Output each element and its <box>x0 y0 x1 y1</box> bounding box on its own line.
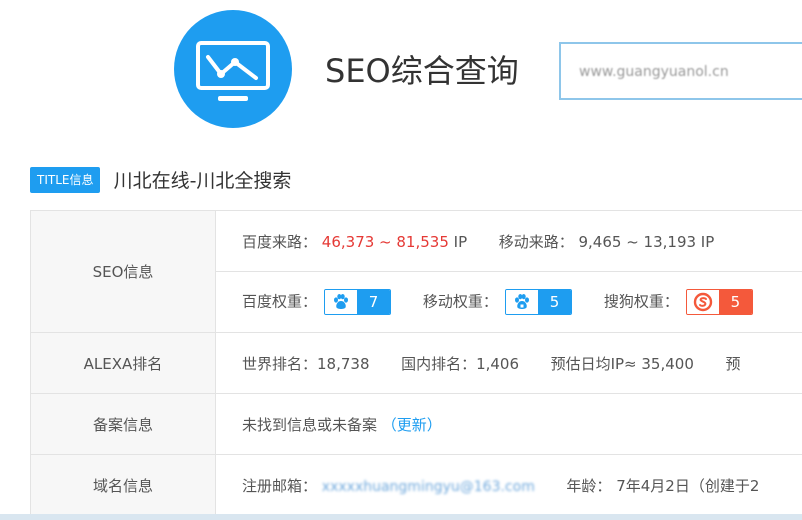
table-row-seo-traffic: SEO信息 百度来路： 46,373 ~ 81,535 IP 移动来路： 9,4… <box>30 210 802 333</box>
table-row-icp: 备案信息 未找到信息或未备案 （更新） <box>30 393 802 455</box>
page-title: SEO综合查询 <box>325 52 519 90</box>
domain-age-label: 年龄： <box>566 476 612 495</box>
baidu-traffic-unit: IP <box>453 232 468 251</box>
table-row-domain: 域名信息 注册邮箱： xxxxxhuangmingyu@163.com 年龄： … <box>30 454 802 516</box>
seo-info-label: SEO信息 <box>30 210 216 333</box>
title-info-tag: TITLE信息 <box>30 166 101 193</box>
china-rank: 国内排名：1,406 <box>401 354 520 373</box>
domain-search-input[interactable] <box>577 46 801 98</box>
alexa-label: ALEXA排名 <box>30 332 216 394</box>
site-title-text: 川北在线-川北全搜索 <box>113 170 292 192</box>
table-row-alexa: ALEXA排名 世界排名：18,738 国内排名：1,406 预估日均IP≈ 3… <box>30 332 802 394</box>
mobile-weight-value: 5 <box>537 290 572 314</box>
seo-monitor-logo <box>174 10 292 128</box>
domain-label: 域名信息 <box>30 454 216 516</box>
estimated-daily-ip: 预估日均IP≈ 35,400 <box>550 354 694 373</box>
icp-label: 备案信息 <box>30 393 216 455</box>
baidu-weight-value: 7 <box>356 290 391 314</box>
baidu-weight-label: 百度权重： <box>242 292 318 311</box>
domain-age-value: 7年4月2日（创建于2 <box>616 476 760 495</box>
sogou-weight-value: 5 <box>718 290 753 314</box>
traffic-cell: 百度来路： 46,373 ~ 81,535 IP 移动来路： 9,465 ~ 1… <box>215 210 802 272</box>
mobile-traffic-label: 移动来路： <box>498 232 574 251</box>
sogou-weight-badge[interactable]: 5 <box>685 289 754 315</box>
email-label: 注册邮箱： <box>242 476 318 495</box>
icp-status-text: 未找到信息或未备案 <box>242 415 378 434</box>
domain-search-box[interactable] <box>559 42 802 100</box>
title-info-row: TITLE信息 川北在线-川北全搜索 <box>30 166 291 196</box>
mobile-weight-badge[interactable]: 5 <box>504 289 573 315</box>
baidu-traffic-value[interactable]: 46,373 ~ 81,535 <box>322 233 449 251</box>
mobile-traffic-value[interactable]: 9,465 ~ 13,193 IP <box>579 233 715 251</box>
world-rank: 世界排名：18,738 <box>242 354 370 373</box>
baidu-traffic-label: 百度来路： <box>242 232 318 251</box>
bottom-scroll-edge <box>0 514 802 520</box>
registrant-email-link[interactable]: xxxxxhuangmingyu@163.com <box>322 479 535 495</box>
seo-info-table: SEO信息 百度来路： 46,373 ~ 81,535 IP 移动来路： 9,4… <box>30 210 802 516</box>
mobile-weight-label: 移动权重： <box>422 292 498 311</box>
baidu-paw-icon <box>324 290 357 314</box>
monitor-chart-icon <box>196 41 270 101</box>
estimated-daily-pv: 预 <box>725 354 741 373</box>
domain-cell: 注册邮箱： xxxxxhuangmingyu@163.com 年龄： 7年4月2… <box>215 454 802 516</box>
alexa-cell: 世界排名：18,738 国内排名：1,406 预估日均IP≈ 35,400 预 <box>215 332 802 394</box>
weight-cell: 百度权重： 7 移动权重： 5 搜狗权重： 5 <box>215 271 802 333</box>
baidu-weight-badge[interactable]: 7 <box>323 289 392 315</box>
sogou-weight-label: 搜狗权重： <box>603 292 679 311</box>
icp-update-link[interactable]: （更新） <box>382 416 442 434</box>
icp-cell: 未找到信息或未备案 （更新） <box>215 393 802 455</box>
mobile-paw-icon <box>505 290 538 314</box>
sogou-logo-icon <box>686 290 719 314</box>
